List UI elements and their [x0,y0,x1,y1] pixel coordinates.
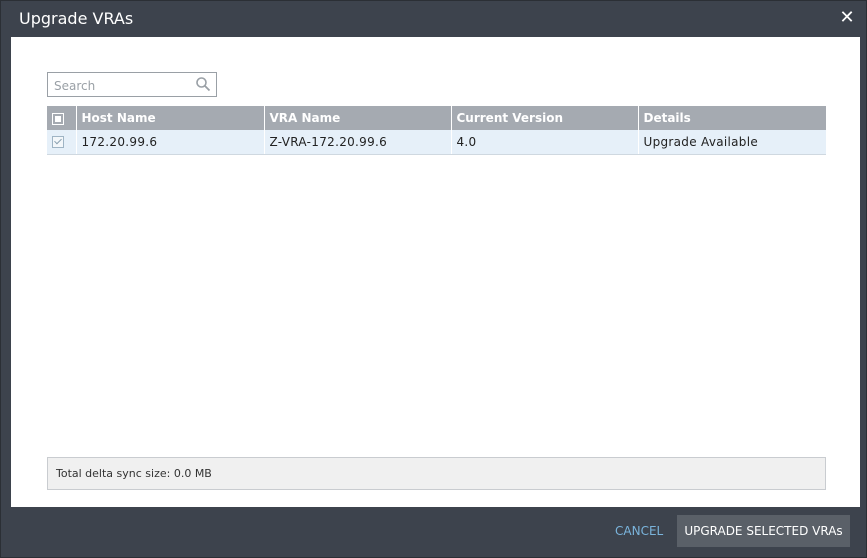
upgrade-selected-vras-button[interactable]: UPGRADE SELECTED VRAs [677,515,850,547]
row-checkbox[interactable] [52,136,64,149]
column-header-current-version[interactable]: Current Version [451,106,639,130]
row-checkbox-cell[interactable] [47,130,77,155]
close-icon[interactable]: ✕ [838,9,856,27]
upgrade-vras-dialog: Upgrade VRAs ✕ Host Name VRA Name Curren… [0,0,867,558]
dialog-footer: CANCEL UPGRADE SELECTED VRAs [1,507,866,557]
cancel-button[interactable]: CANCEL [601,519,677,543]
dialog-title: Upgrade VRAs [19,9,134,28]
search-input[interactable] [52,76,196,96]
column-header-details[interactable]: Details [638,106,826,130]
search-icon[interactable] [195,76,211,92]
cell-details: Upgrade Available [638,130,826,155]
total-delta-sync-size: Total delta sync size: 0.0 MB [56,467,212,480]
cell-vra-name: Z-VRA-172.20.99.6 [264,130,452,155]
column-header-vra-name[interactable]: VRA Name [264,106,452,130]
search-box[interactable] [47,72,217,97]
table-header-row: Host Name VRA Name Current Version Detai… [47,106,826,130]
column-header-host-name[interactable]: Host Name [76,106,265,130]
dialog-content: Host Name VRA Name Current Version Detai… [11,37,860,507]
vra-table: Host Name VRA Name Current Version Detai… [47,106,826,155]
select-all-checkbox[interactable] [52,112,64,125]
dialog-titlebar: Upgrade VRAs ✕ [1,1,866,37]
table-row[interactable]: 172.20.99.6 Z-VRA-172.20.99.6 4.0 Upgrad… [47,130,826,155]
cell-host-name: 172.20.99.6 [76,130,265,155]
select-all-header[interactable] [47,106,77,130]
cell-current-version: 4.0 [451,130,639,155]
summary-bar: Total delta sync size: 0.0 MB [47,457,826,490]
